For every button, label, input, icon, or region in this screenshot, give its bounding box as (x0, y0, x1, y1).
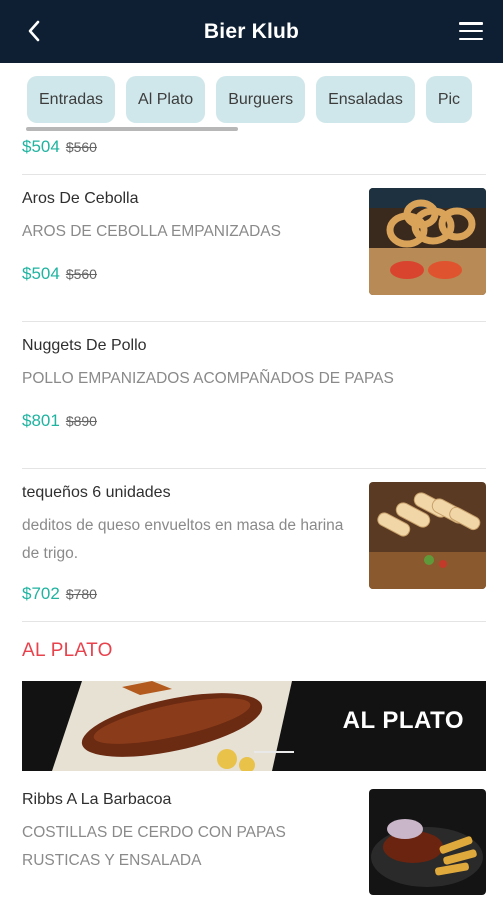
hamburger-menu-icon (459, 22, 483, 25)
back-button[interactable] (20, 16, 48, 46)
top-app-bar: Bier Klub (0, 0, 503, 63)
tab-entradas[interactable]: Entradas (27, 76, 116, 123)
old-price: $560 (65, 266, 97, 282)
item-description: deditos de queso envueltos en masa de ha… (22, 517, 344, 562)
old-price: $780 (65, 586, 97, 602)
divider (22, 621, 486, 622)
item-description: AROS DE CEBOLLA EMPANIZADAS (22, 223, 281, 240)
item-name: Aros De Cebolla (22, 190, 139, 207)
tab-ensaladas[interactable]: Ensaladas (316, 76, 415, 123)
tab-pic[interactable]: Pic (425, 76, 473, 123)
divider (22, 321, 486, 322)
section-title: AL PLATO (22, 640, 113, 661)
price: $504 (22, 137, 60, 156)
price-block: $504 $560 (22, 264, 97, 284)
tab-burguers[interactable]: Burguers (216, 76, 306, 123)
ribs-image (369, 789, 486, 895)
hamburger-menu-icon-bar (459, 37, 483, 40)
price-block: $504 $560 (22, 137, 97, 157)
price: $702 (22, 584, 60, 603)
onion-rings-image (369, 188, 486, 295)
tequenos-image (369, 482, 486, 589)
chevron-left-icon (28, 20, 40, 42)
item-description: POLLO EMPANIZADOS ACOMPAÑADOS DE PAPAS (22, 370, 394, 387)
price-block: $801 $890 (22, 411, 97, 431)
category-tabs: Entradas Al Plato Burguers Ensaladas Pic (0, 63, 503, 135)
divider (22, 468, 486, 469)
divider (22, 174, 486, 175)
tab-al-plato[interactable]: Al Plato (126, 76, 206, 123)
menu-list: $504 $560 Aros De Cebolla AROS DE CEBOLL… (0, 135, 503, 900)
hamburger-menu-icon-bar (459, 29, 483, 33)
section-banner: AL PLATO (22, 681, 486, 771)
banner-divider-line (254, 751, 294, 753)
price: $504 (22, 264, 60, 283)
item-name: Ribbs A La Barbacoa (22, 791, 172, 808)
item-name: tequeños 6 unidades (22, 484, 171, 501)
banner-label: AL PLATO (342, 707, 464, 734)
old-price: $890 (65, 413, 97, 429)
item-description: COSTILLAS DE CERDO CON PAPAS RUSTICAS Y … (22, 824, 286, 869)
item-name: Nuggets De Pollo (22, 337, 147, 354)
price: $801 (22, 411, 60, 430)
price-block: $702 $780 (22, 584, 97, 604)
old-price: $560 (65, 139, 97, 155)
tabs-scrollbar[interactable] (26, 127, 238, 131)
page-title: Bier Klub (203, 19, 300, 43)
menu-button[interactable] (457, 18, 485, 44)
